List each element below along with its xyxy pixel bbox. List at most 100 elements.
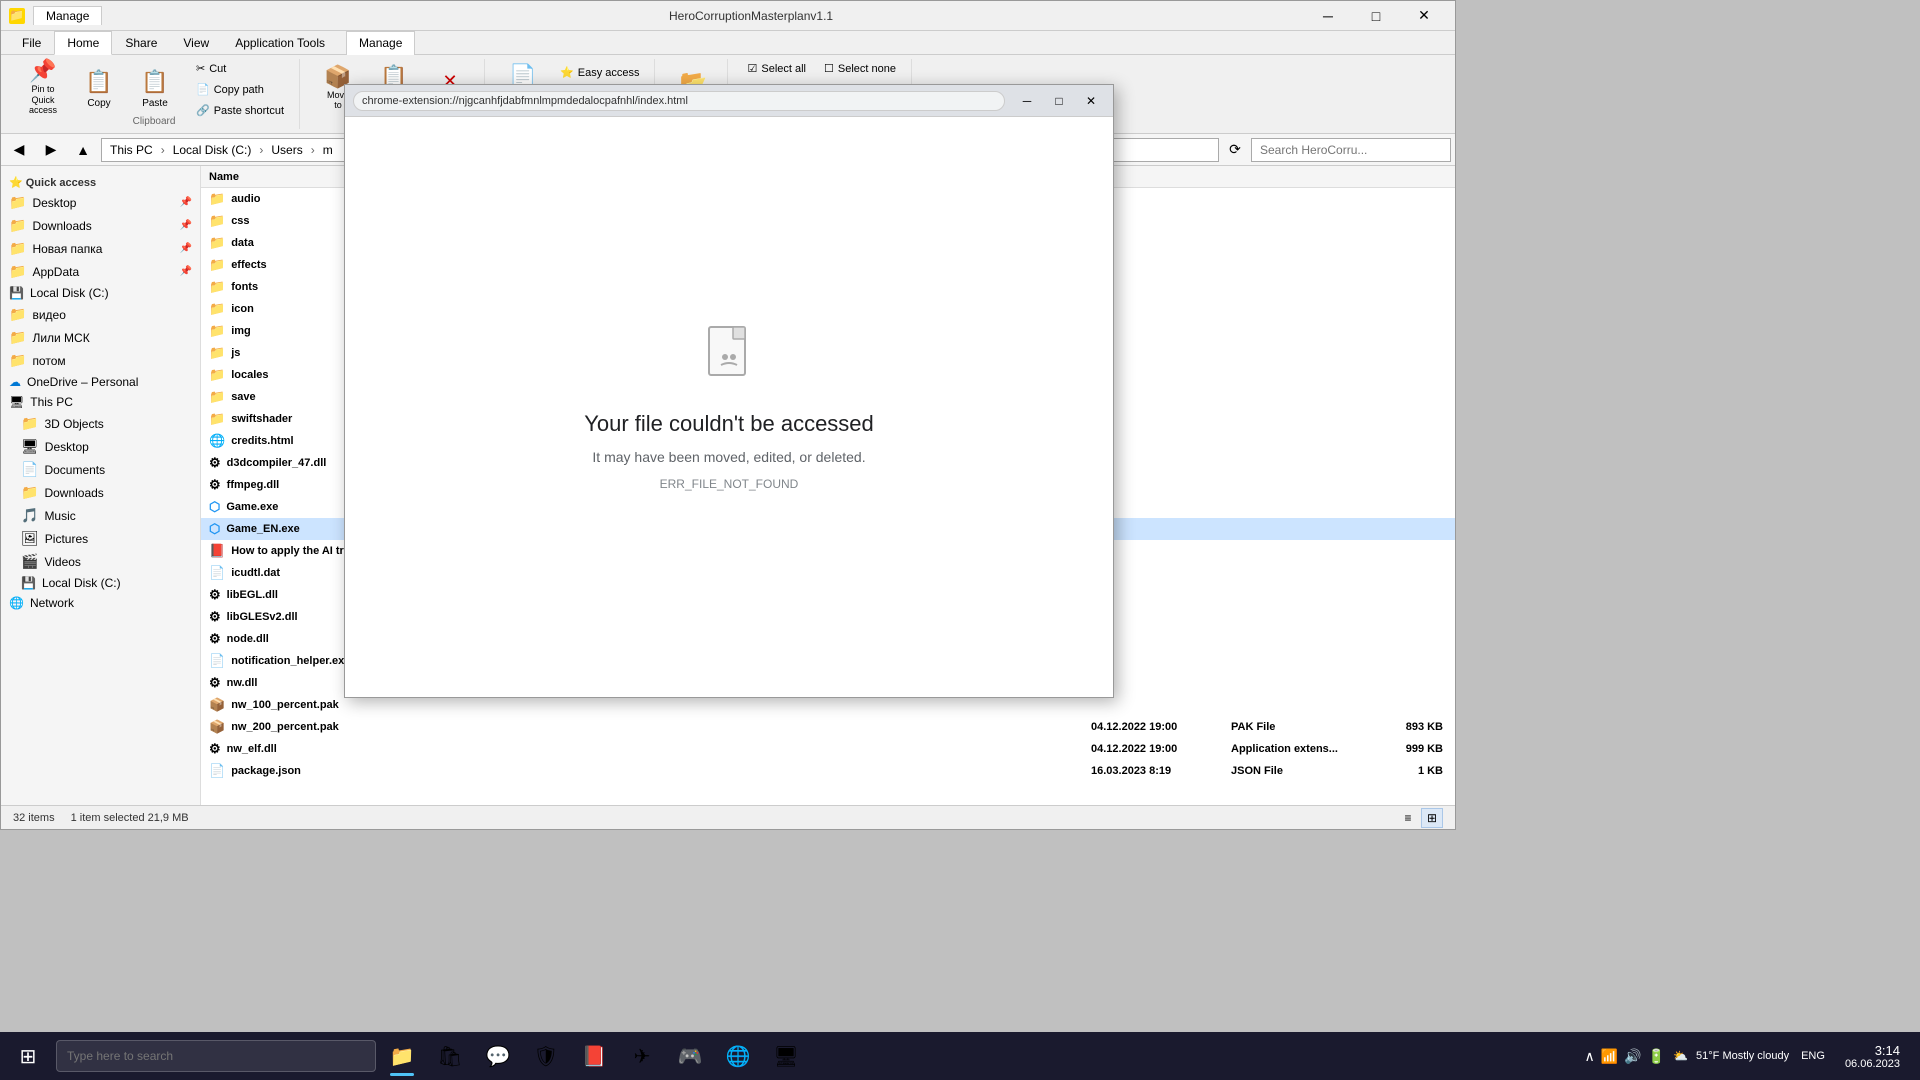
copy-button[interactable]: 📋 Copy <box>73 59 125 115</box>
select-none-button[interactable]: ☐ Select none <box>817 59 903 78</box>
sidebar-item-label: Новая папка <box>32 242 102 256</box>
up-button[interactable]: ▲ <box>69 137 97 163</box>
file-name: node.dll <box>227 633 269 645</box>
pin-to-quick-access-button[interactable]: 📌 Pin to Quickaccess <box>17 59 69 115</box>
taskbar-app-discord[interactable]: 🎮 <box>668 1034 712 1078</box>
pin-indicator: 📌 <box>180 197 192 208</box>
chrome-extension-window: chrome-extension://njgcanhfjdabfmnlmpmde… <box>344 84 1114 698</box>
file-row[interactable]: ⚙nw_elf.dll 04.12.2022 19:00 Application… <box>201 738 1455 760</box>
sidebar-item-potom[interactable]: 📁 потом <box>1 349 200 372</box>
sidebar-item-downloads[interactable]: 📁 Downloads <box>1 481 200 504</box>
drive-icon: 💾 <box>21 576 36 590</box>
sidebar-item-label: видео <box>32 308 65 322</box>
sidebar-item-label: Downloads <box>44 486 103 500</box>
file-name: libEGL.dll <box>227 589 278 601</box>
sidebar-item-music[interactable]: 🎵 Music <box>1 504 200 527</box>
taskbar-app-whatsapp[interactable]: 💬 <box>476 1034 520 1078</box>
ribbon-tab-home[interactable]: Home <box>54 31 112 55</box>
crumb-this-pc[interactable]: This PC <box>110 143 153 157</box>
chrome-minimize-button[interactable]: ─ <box>1013 91 1041 111</box>
list-view-button[interactable]: ⊞ <box>1421 808 1443 828</box>
sidebar-item-label: Лили МСК <box>32 331 89 345</box>
crumb-local-disk[interactable]: Local Disk (C:) <box>173 143 252 157</box>
maximize-button[interactable]: □ <box>1353 1 1399 31</box>
sidebar-item-network[interactable]: 🌐 Network <box>1 593 200 613</box>
taskbar-app-telegram[interactable]: ✈ <box>620 1034 664 1078</box>
search-input[interactable] <box>1251 138 1451 162</box>
ribbon-tab-application-tools[interactable]: Application Tools <box>222 31 338 55</box>
ribbon-tab-file[interactable]: File <box>9 31 54 55</box>
close-button[interactable]: ✕ <box>1401 1 1447 31</box>
sidebar-item-3d-objects[interactable]: 📁 3D Objects <box>1 412 200 435</box>
taskbar-search-input[interactable] <box>56 1040 376 1072</box>
sidebar-item-appdata[interactable]: 📁 AppData 📌 <box>1 260 200 283</box>
file-date: 04.12.2022 19:00 <box>1091 743 1231 755</box>
crumb-current[interactable]: m <box>323 143 333 157</box>
back-button[interactable]: ◀ <box>5 137 33 163</box>
volume-icon[interactable]: 🔊 <box>1624 1048 1641 1065</box>
forward-button[interactable]: ▶ <box>37 137 65 163</box>
start-button[interactable]: ⊞ <box>4 1032 52 1080</box>
ribbon-tab-view[interactable]: View <box>170 31 222 55</box>
minimize-button[interactable]: ─ <box>1305 1 1351 31</box>
sidebar-item-label: Network <box>30 596 74 610</box>
copy-path-button[interactable]: 📄 Copy path <box>189 80 291 99</box>
refresh-button[interactable]: ⟳ <box>1223 138 1247 162</box>
sidebar-item-pictures[interactable]: 🖼 Pictures <box>1 527 200 550</box>
sidebar-item-this-pc[interactable]: 🖥 This PC <box>1 392 200 412</box>
taskbar-app-chrome[interactable]: 🌐 <box>716 1034 760 1078</box>
json-icon: 📄 <box>209 763 225 779</box>
chrome-close-button[interactable]: ✕ <box>1077 91 1105 111</box>
sidebar-item-documents[interactable]: 📄 Documents <box>1 458 200 481</box>
title-bar-actions: ─ □ ✕ <box>1305 1 1447 31</box>
shield-icon: 🛡 <box>532 1042 560 1070</box>
paste-button[interactable]: 📋 Paste <box>129 59 181 115</box>
sidebar-item-video[interactable]: 📁 видео <box>1 303 200 326</box>
whatsapp-icon: 💬 <box>484 1042 512 1070</box>
folder-icon: 📁 <box>209 191 225 207</box>
sidebar-item-label: Videos <box>44 555 80 569</box>
status-selected-info: 1 item selected 21,9 MB <box>71 812 189 824</box>
sidebar-item-label: потом <box>32 354 65 368</box>
cut-button[interactable]: ✂ Cut <box>189 59 291 78</box>
chrome-maximize-button[interactable]: □ <box>1045 91 1073 111</box>
ribbon-tab-share[interactable]: Share <box>112 31 170 55</box>
sidebar-item-label: Local Disk (C:) <box>30 286 109 300</box>
chevron-up-icon[interactable]: ∧ <box>1585 1048 1595 1065</box>
paste-shortcut-button[interactable]: 🔗 Paste shortcut <box>189 101 291 120</box>
folder-icon: 📁 <box>9 194 26 211</box>
title-bar-tabs: Manage <box>33 6 661 25</box>
sidebar-item-novaya-papka[interactable]: 📁 Новая папка 📌 <box>1 237 200 260</box>
taskbar-app-book[interactable]: 📕 <box>572 1034 616 1078</box>
sidebar-item-lili[interactable]: 📁 Лили МСК <box>1 326 200 349</box>
file-name: nw_100_percent.pak <box>231 699 339 711</box>
crumb-users[interactable]: Users <box>271 143 302 157</box>
weather-icon: ⛅ <box>1673 1049 1688 1063</box>
clock[interactable]: 3:14 06.06.2023 <box>1837 1043 1908 1070</box>
file-type: PAK File <box>1231 721 1371 733</box>
taskbar-app-file-explorer[interactable]: 📁 <box>380 1034 424 1078</box>
network-tray-icon[interactable]: 📶 <box>1601 1048 1618 1065</box>
easy-access-button[interactable]: ⭐ Easy access <box>553 63 646 82</box>
sidebar-item-onedrive[interactable]: ☁ OneDrive – Personal <box>1 372 200 392</box>
crumb-separator-2: › <box>259 143 263 157</box>
file-type: JSON File <box>1231 765 1371 777</box>
sidebar-item-local-disk[interactable]: 💾 Local Disk (C:) <box>1 283 200 303</box>
chrome-url-bar[interactable]: chrome-extension://njgcanhfjdabfmnlmpmde… <box>353 91 1005 111</box>
taskbar-app-unknown[interactable]: 🖥 <box>764 1034 808 1078</box>
sidebar-item-desktop-pinned[interactable]: 📁 Desktop 📌 <box>1 191 200 214</box>
file-row[interactable]: 📄package.json 16.03.2023 8:19 JSON File … <box>201 760 1455 782</box>
sidebar-item-local-disk-c[interactable]: 💾 Local Disk (C:) <box>1 573 200 593</box>
details-view-button[interactable]: ≡ <box>1397 808 1419 828</box>
sidebar-item-downloads-pinned[interactable]: 📁 Downloads 📌 <box>1 214 200 237</box>
taskbar-app-store[interactable]: 🛍 <box>428 1034 472 1078</box>
sidebar-item-videos[interactable]: 🎬 Videos <box>1 550 200 573</box>
file-row[interactable]: 📦nw_200_percent.pak 04.12.2022 19:00 PAK… <box>201 716 1455 738</box>
select-all-button[interactable]: ☑ Select all <box>740 59 813 78</box>
ribbon-tab-manage[interactable]: Manage <box>346 31 415 55</box>
language-badge[interactable]: ENG <box>1797 1048 1829 1064</box>
taskbar-app-shield[interactable]: 🛡 <box>524 1034 568 1078</box>
battery-icon[interactable]: 🔋 <box>1648 1048 1665 1065</box>
title-tab-manage[interactable]: Manage <box>33 6 102 25</box>
sidebar-item-desktop[interactable]: 🖥 Desktop <box>1 435 200 458</box>
